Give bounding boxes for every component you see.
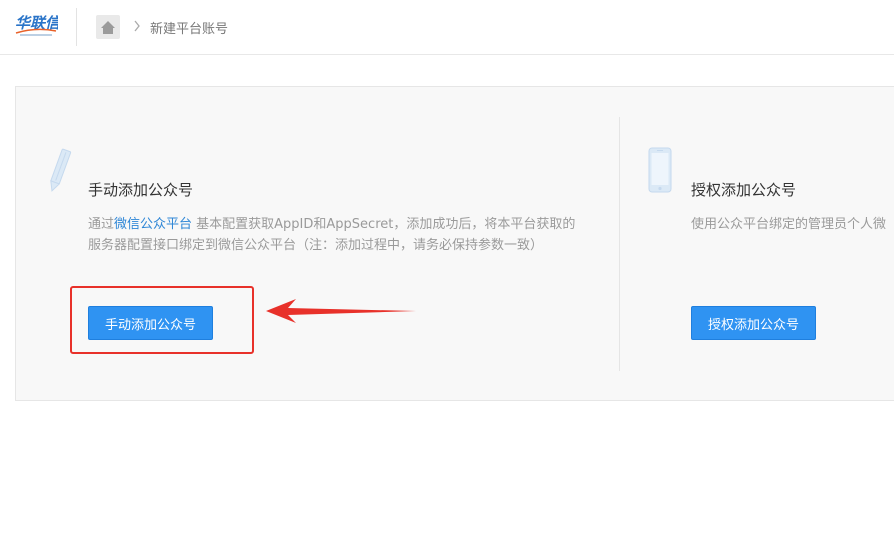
breadcrumb-current: 新建平台账号 (150, 22, 229, 37)
auth-card-description: 使用公众平台绑定的管理员个人微 (691, 217, 887, 232)
logo: 华联信 (15, 14, 58, 36)
manual-card-title: 手动添加公众号 (88, 181, 194, 199)
pen-icon (50, 148, 72, 192)
auth-card-title: 授权添加公众号 (691, 181, 797, 199)
phone-icon (648, 147, 672, 193)
top-bar: 华联信 新建平台账号 (0, 0, 894, 55)
manual-desc-prefix: 通过 (88, 217, 115, 232)
card-divider (619, 117, 620, 371)
chevron-right-icon (134, 20, 140, 32)
home-icon (101, 20, 115, 34)
wechat-platform-link[interactable]: 微信公众平台 (114, 217, 192, 232)
auth-add-button[interactable]: 授权添加公众号 (691, 306, 816, 340)
home-button[interactable] (96, 15, 120, 39)
manual-card-description: 通过微信公众平台 基本配置获取AppID和AppSecret，添加成功后，将本平… (88, 214, 588, 256)
annotation-arrow-icon (266, 299, 416, 323)
annotation-highlight-box (70, 286, 254, 354)
logo-divider (76, 8, 77, 46)
